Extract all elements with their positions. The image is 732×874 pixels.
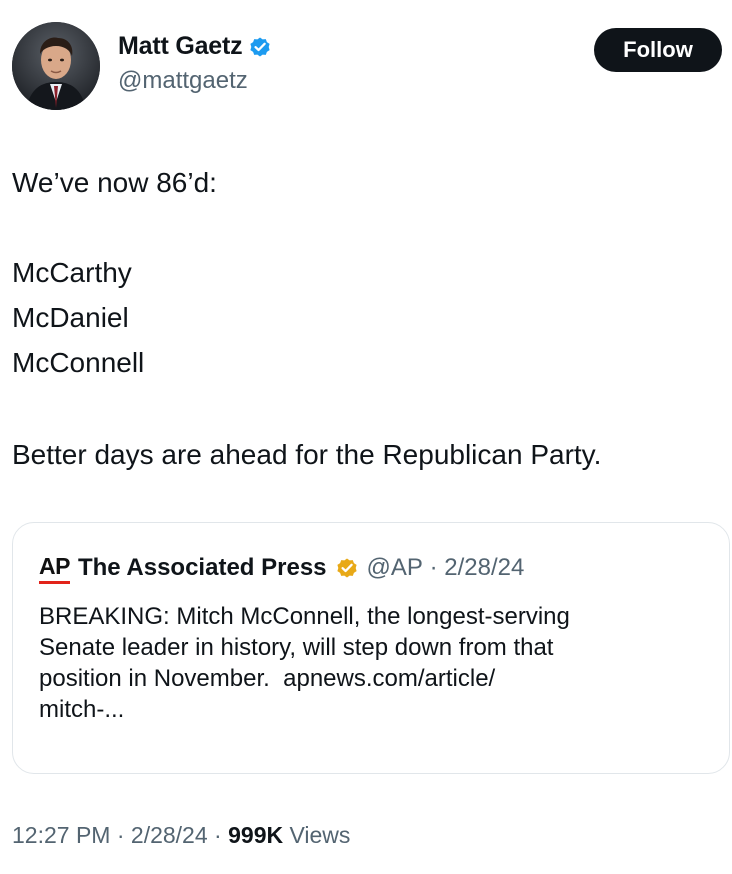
quoted-tweet-header: AP The Associated Press @AP · 2/28/24 (39, 553, 525, 584)
views-count: 999K (228, 822, 284, 848)
verified-badge-icon (248, 35, 272, 59)
meta-separator: · (110, 822, 131, 848)
tweet-list-item: McConnell (12, 347, 145, 378)
quoted-tweet-text: BREAKING: Mitch McConnell, the longest-s… (39, 601, 711, 725)
tweet-date[interactable]: 2/28/24 (131, 822, 208, 848)
quoted-meta: @AP · 2/28/24 (367, 554, 525, 582)
tweet-closing: Better days are ahead for the Republican… (12, 439, 602, 470)
quoted-author-name: The Associated Press (77, 554, 327, 581)
quoted-tweet-card[interactable]: AP The Associated Press @AP · 2/28/24 BR… (12, 522, 730, 774)
tweet-list-item: McCarthy (12, 257, 132, 288)
tweet-list-item: McDaniel (12, 302, 129, 333)
meta-separator: · (207, 822, 229, 848)
tweet: Matt Gaetz @mattgaetz Follow We’ve now 8… (0, 0, 732, 874)
quoted-text-line: position in November. apnews.com/article… (39, 665, 496, 692)
avatar-photo (12, 22, 100, 110)
tweet-header: Matt Gaetz @mattgaetz Follow (12, 22, 724, 114)
quoted-text-line: Senate leader in history, will step down… (39, 634, 554, 661)
tweet-intro: We’ve now 86’d: (12, 167, 217, 198)
verified-gold-badge-icon (335, 556, 359, 580)
meta-separator: · (422, 554, 445, 581)
quoted-text-line: mitch-... (39, 696, 125, 723)
follow-button[interactable]: Follow (594, 28, 722, 72)
tweet-footer: 12:27 PM · 2/28/24 · 999K Views (12, 822, 350, 849)
quoted-text-line: BREAKING: Mitch McConnell, the longest-s… (39, 603, 570, 630)
author-display-name[interactable]: Matt Gaetz (118, 32, 243, 61)
author-name-row: Matt Gaetz (118, 32, 272, 61)
quoted-handle: @AP (366, 554, 423, 581)
quoted-date: 2/28/24 (444, 554, 525, 581)
views-label: Views (283, 822, 351, 848)
author-info: Matt Gaetz @mattgaetz (118, 32, 272, 95)
avatar[interactable] (12, 22, 100, 110)
ap-logo: AP (39, 553, 70, 584)
author-handle[interactable]: @mattgaetz (118, 67, 272, 95)
tweet-time[interactable]: 12:27 PM (12, 822, 110, 848)
